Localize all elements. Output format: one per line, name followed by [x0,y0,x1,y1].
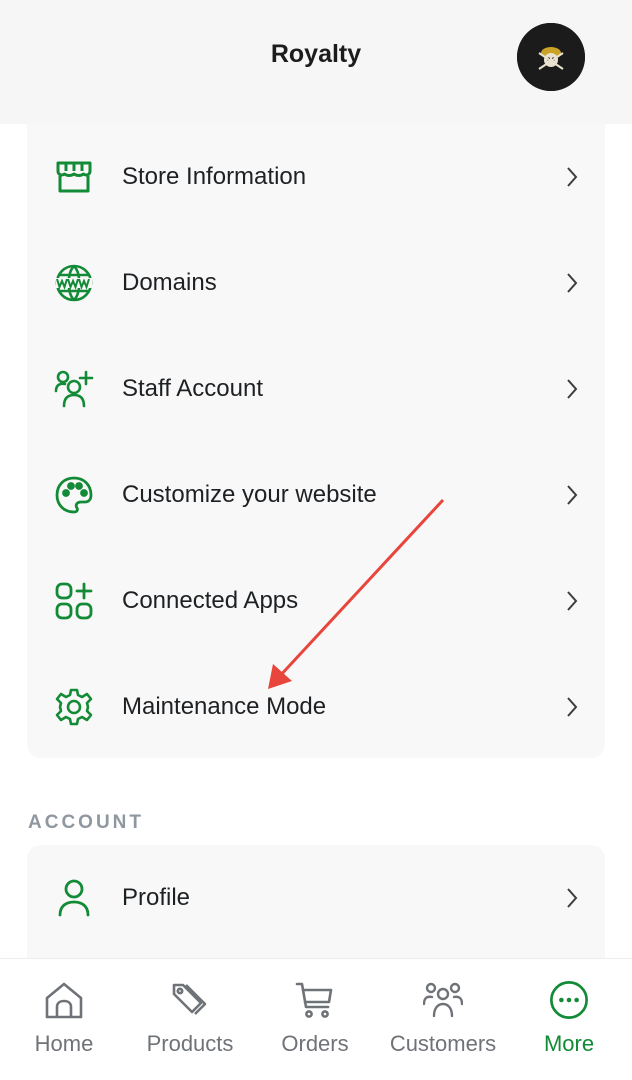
menu-item-staff-account[interactable]: Staff Account [27,336,605,442]
menu-item-connected-apps[interactable]: Connected Apps [27,548,605,654]
cart-icon [295,979,335,1021]
chevron-right-icon [565,886,579,910]
nav-label: Customers [389,1031,497,1056]
nav-item-customers[interactable]: Customers [380,959,506,1080]
settings-menu: Store Information Domains Staff Account … [27,124,605,758]
bottom-nav: Home Products Orders Customers More [0,958,632,1080]
nav-label: Home [34,1031,94,1056]
nav-item-home[interactable]: Home [1,959,127,1080]
menu-item-label: Store Information [122,163,307,190]
chevron-right-icon [565,165,579,189]
menu-item-label: Customize your website [122,481,377,508]
chevron-right-icon [565,589,579,613]
apps-add-icon [54,581,94,621]
menu-item-maintenance-mode[interactable]: Maintenance Mode [27,654,605,760]
add-user-icon [54,369,94,409]
chevron-right-icon [565,695,579,719]
nav-item-more[interactable]: More [506,959,632,1080]
menu-item-label: Maintenance Mode [122,693,327,720]
chevron-right-icon [565,377,579,401]
menu-item-profile[interactable]: Profile [27,845,605,951]
menu-item-label: Domains [122,269,217,296]
nav-label: Products [146,1031,234,1056]
menu-item-customize-website[interactable]: Customize your website [27,442,605,548]
nav-label: Orders [281,1031,349,1056]
nav-item-orders[interactable]: Orders [252,959,378,1080]
users-icon [423,979,463,1021]
nav-item-products[interactable]: Products [127,959,253,1080]
gear-icon [54,687,94,727]
chevron-right-icon [565,271,579,295]
tag-icon [170,979,210,1021]
menu-item-domains[interactable]: Domains [27,230,605,336]
menu-item-label: Staff Account [122,375,263,402]
menu-item-store-information[interactable]: Store Information [27,124,605,230]
menu-item-label: Profile [122,884,191,911]
palette-icon [54,475,94,515]
menu-item-label: Connected Apps [122,587,299,614]
section-title-account: ACCOUNT [28,812,144,833]
nav-label: More [543,1031,595,1056]
app-header: Royalty [0,0,632,124]
store-icon [54,157,94,197]
chevron-right-icon [565,483,579,507]
one-piece-skull-avatar-icon [517,23,585,91]
home-icon [44,979,84,1021]
user-icon [54,878,94,918]
more-icon [549,979,589,1021]
globe-www-icon [54,263,94,303]
avatar[interactable] [517,23,585,91]
